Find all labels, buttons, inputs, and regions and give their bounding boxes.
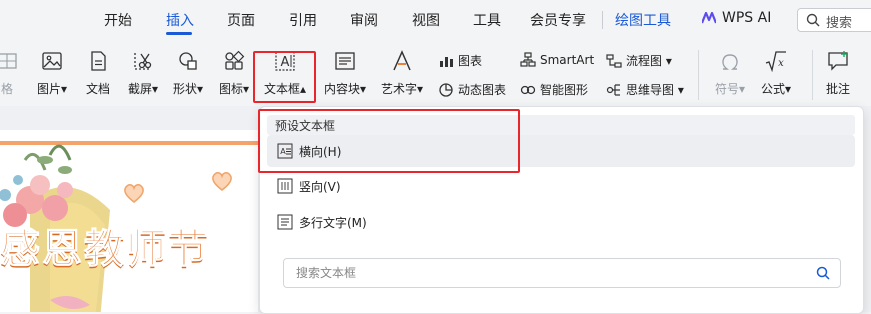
preset-textbox-header-label: 预设文本框 xyxy=(275,119,336,133)
heart-decoration-icon-2 xyxy=(212,172,232,191)
smart-graphic-icon xyxy=(520,85,536,94)
shapes-icon xyxy=(179,52,197,70)
chart-label: 图表 xyxy=(458,54,483,68)
slide-title: 感恩教师节 xyxy=(0,225,210,273)
picture-icon xyxy=(42,52,62,70)
chart-tool[interactable]: 图表 xyxy=(438,52,482,69)
smart-graphic-label: 智能图形 xyxy=(540,83,589,97)
wps-ai-logo-icon xyxy=(702,12,716,24)
scissors-icon xyxy=(134,53,152,70)
screenshot-tool[interactable]: 截屏▾ xyxy=(125,50,161,97)
content-block-label: 内容块▾ xyxy=(323,82,367,96)
mindmap-tool[interactable]: 思维导图 ▾ xyxy=(606,81,684,98)
comment-label: 批注 xyxy=(825,82,850,96)
content-block-icon xyxy=(335,52,355,70)
textbox-multiline-option[interactable]: 多行文字(M) xyxy=(267,206,855,238)
picture-tool[interactable]: 图片▾ xyxy=(34,50,70,97)
wordart-label: 艺术字▾ xyxy=(380,82,424,96)
active-tab-indicator xyxy=(166,32,192,35)
document-label: 文档 xyxy=(85,82,110,96)
picture-label: 图片▾ xyxy=(36,82,68,96)
heart-decoration-icon xyxy=(124,184,144,203)
smartart-label: SmartArt xyxy=(540,53,595,67)
flowchart-label: 流程图 ▾ xyxy=(626,54,672,68)
textbox-multiline-label: 多行文字(M) xyxy=(299,216,367,230)
horizontal-textbox-icon: A xyxy=(277,143,293,159)
insert-ribbon: 格 图片▾ 文档 截屏▾ 形状▾ 图标▾ A 文本框▴ 内容块▾ 艺术字▾ 图表… xyxy=(0,40,871,106)
multiline-textbox-icon xyxy=(277,214,293,230)
screenshot-label: 截屏▾ xyxy=(127,82,159,96)
textbox-vertical-option[interactable]: 竖向(V) xyxy=(267,170,855,202)
svg-text:A: A xyxy=(281,55,290,70)
slide-preview[interactable]: 感恩教师节 xyxy=(0,130,258,312)
textbox-icon: A xyxy=(275,51,295,71)
icons-grid-icon xyxy=(225,50,245,70)
table-tool[interactable]: 格 xyxy=(0,50,20,97)
smart-graphic-tool[interactable]: 智能图形 xyxy=(520,81,588,98)
svg-text:x: x xyxy=(778,58,784,69)
flowchart-icon xyxy=(606,53,622,68)
smartart-tool[interactable]: SmartArt xyxy=(520,52,594,68)
textbox-label: 文本框▴ xyxy=(263,82,307,96)
comment-tool[interactable]: 批注 xyxy=(822,50,854,97)
search-icon xyxy=(806,13,820,27)
menu-tools[interactable]: 工具 xyxy=(473,10,501,30)
formula-tool[interactable]: x 公式▾ xyxy=(756,50,796,97)
vertical-textbox-icon xyxy=(277,178,293,194)
wordart-icon xyxy=(393,50,411,71)
textbox-search-input[interactable] xyxy=(294,263,798,283)
dynamic-chart-icon xyxy=(439,82,453,97)
wps-ai-button[interactable]: WPS AI xyxy=(702,10,771,26)
omega-icon xyxy=(722,54,738,70)
comment-icon xyxy=(828,51,848,71)
menu-view[interactable]: 视图 xyxy=(412,10,440,30)
textbox-tool[interactable]: A 文本框▴ xyxy=(262,50,308,97)
mindmap-icon xyxy=(606,83,620,96)
table-label: 格 xyxy=(0,82,13,96)
document-tool[interactable]: 文档 xyxy=(84,50,112,97)
chart-icon xyxy=(440,56,453,67)
search-icon[interactable] xyxy=(816,266,830,280)
menu-divider xyxy=(602,11,603,29)
menu-home[interactable]: 开始 xyxy=(104,10,132,30)
preset-textbox-header: 预设文本框 xyxy=(267,115,855,135)
dynamic-chart-tool[interactable]: 动态图表 xyxy=(438,81,506,98)
symbol-label: 符号▾ xyxy=(714,82,746,96)
menu-page[interactable]: 页面 xyxy=(227,10,255,30)
wps-ai-label: WPS AI xyxy=(722,10,772,26)
wordart-tool[interactable]: 艺术字▾ xyxy=(378,50,426,97)
icon-tool[interactable]: 图标▾ xyxy=(216,50,252,97)
shape-label: 形状▾ xyxy=(172,82,204,96)
menu-drawing-tools[interactable]: 绘图工具 xyxy=(615,10,671,30)
content-block-tool[interactable]: 内容块▾ xyxy=(322,50,368,97)
table-icon xyxy=(0,53,17,69)
symbol-tool[interactable]: 符号▾ xyxy=(710,50,750,97)
textbox-vertical-label: 竖向(V) xyxy=(299,180,341,194)
top-menu-bar: 开始 插入 页面 引用 审阅 视图 工具 会员专享 绘图工具 WPS AI 搜索 xyxy=(0,0,871,40)
textbox-search-field[interactable] xyxy=(283,258,841,288)
svg-text:A: A xyxy=(280,147,286,156)
textbox-dropdown-panel: 预设文本框 A 横向(H) 竖向(V) 多行文字(M) xyxy=(259,106,864,314)
dynamic-chart-label: 动态图表 xyxy=(458,83,507,97)
menu-insert[interactable]: 插入 xyxy=(166,10,194,30)
menu-references[interactable]: 引用 xyxy=(289,10,317,30)
ribbon-divider-2 xyxy=(812,50,813,100)
textbox-horizontal-label: 横向(H) xyxy=(299,145,342,159)
document-icon xyxy=(91,51,106,71)
smartart-icon xyxy=(520,52,536,67)
menu-review[interactable]: 审阅 xyxy=(350,10,378,30)
shape-tool[interactable]: 形状▾ xyxy=(170,50,206,97)
ribbon-divider xyxy=(698,50,699,100)
icon-label: 图标▾ xyxy=(218,82,250,96)
textbox-horizontal-option[interactable]: A 横向(H) xyxy=(267,135,855,167)
top-search-placeholder: 搜索 xyxy=(826,16,853,31)
top-search-box[interactable]: 搜索 xyxy=(797,8,871,32)
flowchart-tool[interactable]: 流程图 ▾ xyxy=(606,52,672,69)
formula-label: 公式▾ xyxy=(760,82,792,96)
mindmap-label: 思维导图 ▾ xyxy=(626,83,684,97)
menu-member[interactable]: 会员专享 xyxy=(530,10,586,30)
formula-icon: x xyxy=(765,51,786,72)
